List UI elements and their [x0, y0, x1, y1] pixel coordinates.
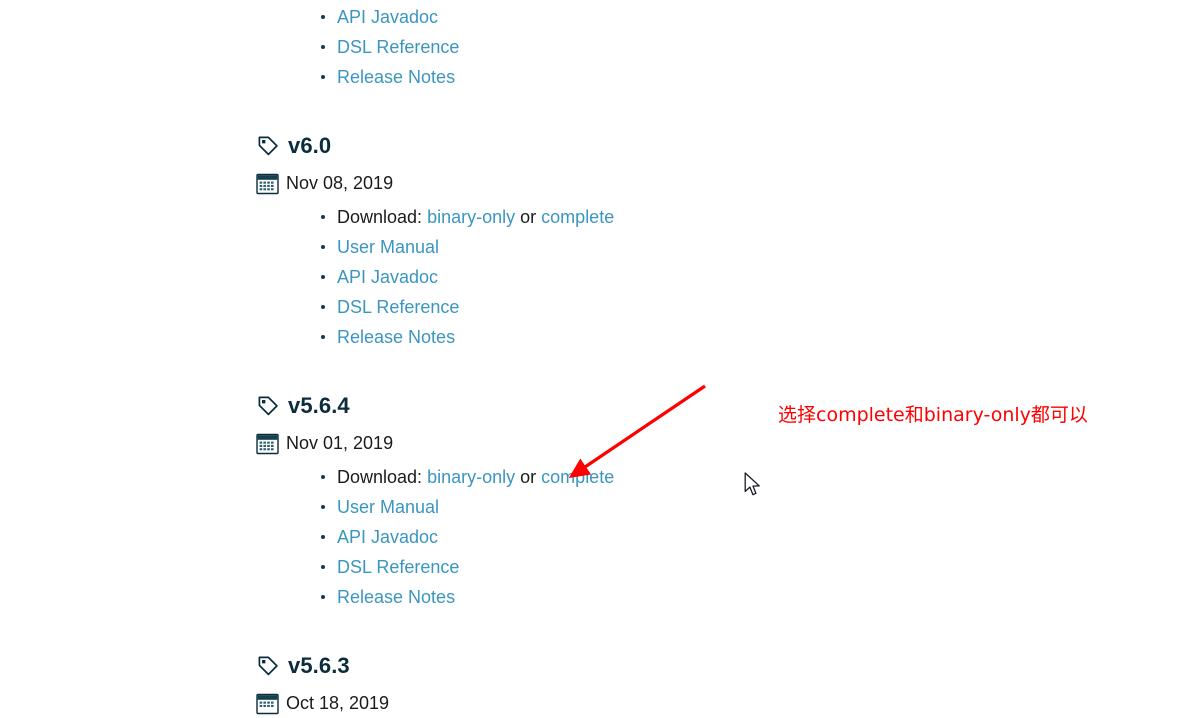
- list-item-download: Download: binary-only or complete: [0, 202, 1200, 232]
- calendar-icon: [256, 693, 279, 715]
- list-item[interactable]: API Javadoc: [0, 522, 1200, 552]
- bullet-icon: [321, 75, 325, 79]
- version-heading-row: v6.0: [0, 130, 1200, 164]
- release-links-v6-0: Download: binary-only or complete User M…: [0, 202, 1200, 352]
- calendar-icon: [256, 433, 279, 455]
- bullet-icon: [321, 335, 325, 339]
- release-date-row: Nov 08, 2019: [0, 170, 1200, 198]
- list-item[interactable]: User Manual: [0, 232, 1200, 262]
- bullet-icon: [321, 565, 325, 569]
- download-separator: or: [520, 207, 537, 227]
- download-label: Download:: [337, 467, 423, 487]
- tag-icon: [256, 134, 280, 158]
- link-api-javadoc[interactable]: API Javadoc: [337, 7, 438, 27]
- list-item[interactable]: Release Notes: [0, 62, 1200, 92]
- documentation-page: API Javadoc DSL Reference Release Notes …: [0, 0, 1200, 715]
- version-heading-row: v5.6.3: [0, 650, 1200, 684]
- bullet-icon: [321, 15, 325, 19]
- bullet-icon: [321, 305, 325, 309]
- bullet-icon: [321, 505, 325, 509]
- version-title: v5.6.3: [288, 653, 350, 678]
- release-block-v5-6-3: v5.6.3 Oct 18, 2019: [0, 650, 1200, 718]
- release-block-v5-6-4: v5.6.4 Nov 01, 2019 Download: binary-onl…: [0, 390, 1200, 612]
- bullet-icon: [321, 245, 325, 249]
- list-item[interactable]: Release Notes: [0, 322, 1200, 352]
- release-date: Nov 08, 2019: [286, 173, 394, 193]
- bullet-icon: [321, 535, 325, 539]
- bullet-icon: [321, 475, 325, 479]
- link-dsl-reference[interactable]: DSL Reference: [337, 557, 459, 577]
- link-binary-only[interactable]: binary-only: [427, 207, 515, 227]
- release-links-v5-6-4: Download: binary-only or complete User M…: [0, 462, 1200, 612]
- top-partial-link-list: API Javadoc DSL Reference Release Notes: [0, 2, 1200, 92]
- version-title: v5.6.4: [288, 393, 350, 418]
- release-date-row: Oct 18, 2019: [0, 690, 1200, 718]
- list-item[interactable]: DSL Reference: [0, 32, 1200, 62]
- list-item[interactable]: User Manual: [0, 492, 1200, 522]
- link-release-notes[interactable]: Release Notes: [337, 67, 455, 87]
- bullet-icon: [321, 215, 325, 219]
- link-release-notes[interactable]: Release Notes: [337, 327, 455, 347]
- link-dsl-reference[interactable]: DSL Reference: [337, 37, 459, 57]
- link-complete[interactable]: complete: [541, 467, 614, 487]
- link-user-manual[interactable]: User Manual: [337, 497, 439, 517]
- tag-icon: [256, 654, 280, 678]
- list-item[interactable]: API Javadoc: [0, 262, 1200, 292]
- download-separator: or: [520, 467, 537, 487]
- link-dsl-reference[interactable]: DSL Reference: [337, 297, 459, 317]
- link-binary-only[interactable]: binary-only: [427, 467, 515, 487]
- list-item-download: Download: binary-only or complete: [0, 462, 1200, 492]
- bullet-icon: [321, 275, 325, 279]
- calendar-icon: [256, 173, 279, 195]
- version-title: v6.0: [288, 133, 332, 158]
- link-api-javadoc[interactable]: API Javadoc: [337, 527, 438, 547]
- release-date: Nov 01, 2019: [286, 433, 394, 453]
- bullet-icon: [321, 595, 325, 599]
- list-item[interactable]: DSL Reference: [0, 292, 1200, 322]
- tag-icon: [256, 394, 280, 418]
- link-api-javadoc[interactable]: API Javadoc: [337, 267, 438, 287]
- link-release-notes[interactable]: Release Notes: [337, 587, 455, 607]
- list-item[interactable]: DSL Reference: [0, 552, 1200, 582]
- list-item[interactable]: Release Notes: [0, 582, 1200, 612]
- bullet-icon: [321, 45, 325, 49]
- link-user-manual[interactable]: User Manual: [337, 237, 439, 257]
- version-heading-row: v5.6.4: [0, 390, 1200, 424]
- release-date: Oct 18, 2019: [286, 693, 390, 713]
- release-block-v6-0: v6.0 Nov 08, 2019 Download: binary-only …: [0, 130, 1200, 352]
- link-complete[interactable]: complete: [541, 207, 614, 227]
- download-label: Download:: [337, 207, 423, 227]
- release-date-row: Nov 01, 2019: [0, 430, 1200, 458]
- list-item[interactable]: API Javadoc: [0, 2, 1200, 32]
